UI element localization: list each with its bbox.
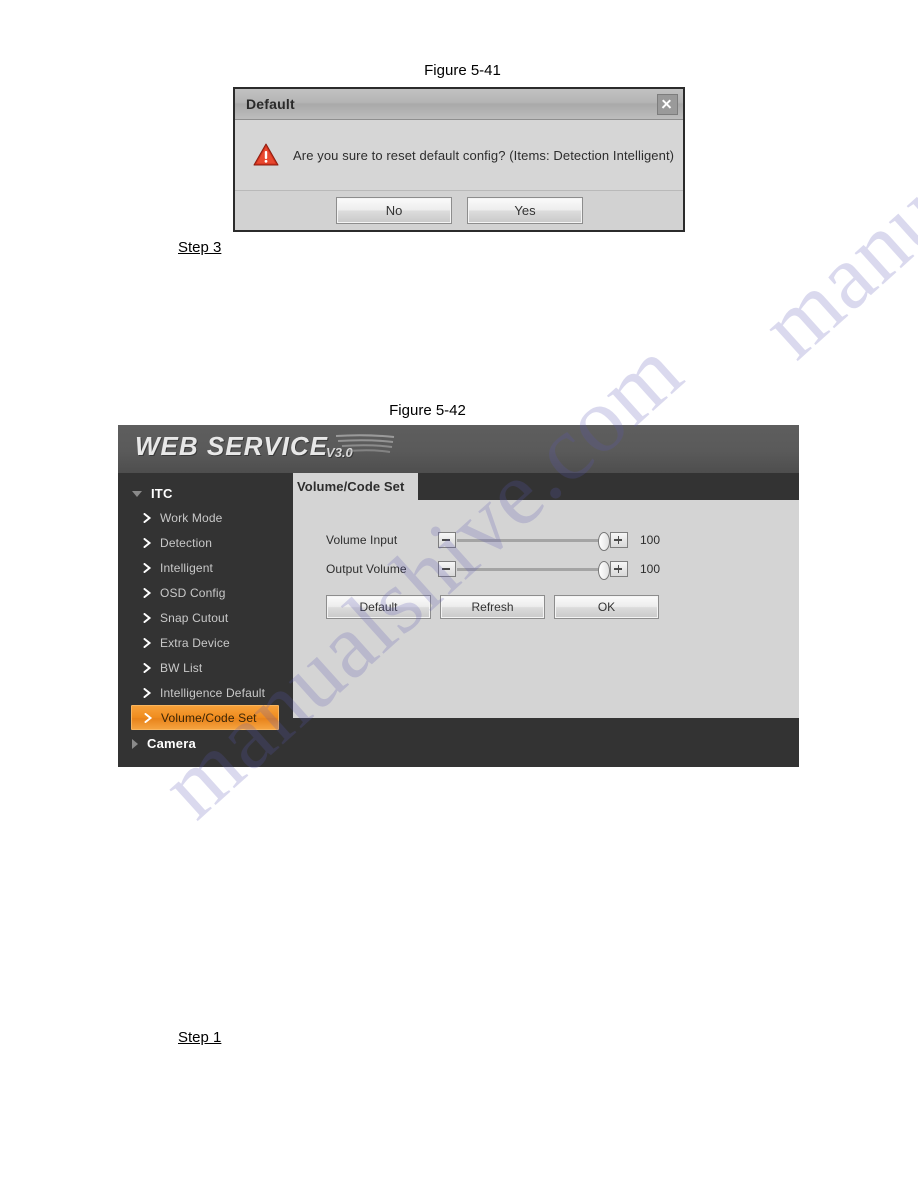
dialog-message: Are you sure to reset default config? (I…: [293, 147, 675, 163]
sidebar-item-label: Snap Cutout: [160, 610, 229, 625]
sidebar-item-label: OSD Config: [160, 585, 226, 600]
plus-icon[interactable]: [610, 532, 628, 548]
sidebar-item-label: Detection: [160, 535, 213, 550]
refresh-button[interactable]: Refresh: [440, 595, 545, 619]
sidebar-group-label: Camera: [147, 736, 196, 751]
row-output-volume: Output Volume 100: [326, 555, 799, 583]
sidebar-item-volume-code-set[interactable]: Volume/Code Set: [131, 705, 279, 730]
close-icon[interactable]: [657, 93, 678, 115]
output-volume-value: 100: [640, 562, 661, 576]
logo-swoosh-icon: [336, 434, 395, 453]
default-confirm-dialog: Default Are you sure to reset default co…: [233, 87, 685, 232]
sidebar-item-label: Extra Device: [160, 635, 230, 650]
sidebar-item-snap-cutout[interactable]: Snap Cutout: [118, 605, 293, 630]
slider-thumb[interactable]: [598, 531, 610, 551]
volume-input-label: Volume Input: [326, 533, 398, 547]
row-volume-input: Volume Input 100: [326, 526, 799, 554]
sidebar-group-label: ITC: [151, 486, 173, 501]
step-label-1: Step 1: [178, 1029, 222, 1046]
figure-caption-5-42: Figure 5-42: [389, 402, 466, 419]
sidebar-nav: ITC Work Mode Detection Intelligent OSD …: [118, 473, 293, 767]
watermark-text-upper: manualshive.com: [741, 0, 918, 378]
ok-button[interactable]: OK: [554, 595, 659, 619]
sidebar-item-bw-list[interactable]: BW List: [118, 655, 293, 680]
sidebar-item-work-mode[interactable]: Work Mode: [118, 505, 293, 530]
chevron-right-icon: [144, 712, 153, 723]
default-button[interactable]: Default: [326, 595, 431, 619]
minus-icon[interactable]: [438, 532, 456, 548]
sidebar-item-intelligence-default[interactable]: Intelligence Default: [118, 680, 293, 705]
step-label-3: Step 3: [178, 239, 222, 256]
sidebar-item-osd-config[interactable]: OSD Config: [118, 580, 293, 605]
logo-main-text: WEB SERVICE: [135, 431, 329, 461]
dialog-footer: No Yes: [235, 190, 683, 230]
action-button-row: Default Refresh OK: [326, 595, 799, 619]
volume-input-slider[interactable]: [457, 531, 610, 551]
chevron-right-icon: [143, 612, 152, 623]
yes-button[interactable]: Yes: [467, 197, 583, 224]
chevron-right-icon: [143, 512, 152, 523]
chevron-right-icon: [143, 687, 152, 698]
volume-input-value: 100: [640, 533, 661, 547]
output-volume-label: Output Volume: [326, 562, 407, 576]
chevron-right-icon: [143, 637, 152, 648]
tab-label: Volume/Code Set: [297, 479, 405, 494]
sidebar-item-label: Work Mode: [160, 510, 223, 525]
chevron-right-icon: [143, 562, 152, 573]
chevron-right-icon: [143, 537, 152, 548]
minus-icon[interactable]: [438, 561, 456, 577]
sidebar-item-label: Volume/Code Set: [161, 710, 257, 725]
web-service-main: ITC Work Mode Detection Intelligent OSD …: [118, 473, 799, 767]
output-volume-slider[interactable]: [457, 560, 610, 580]
slider-thumb[interactable]: [598, 560, 610, 580]
sidebar-item-extra-device[interactable]: Extra Device: [118, 630, 293, 655]
web-service-logo: WEB SERVICE V3.0: [135, 431, 353, 462]
sidebar-group-camera[interactable]: Camera: [118, 732, 293, 755]
web-service-header: WEB SERVICE V3.0: [118, 425, 799, 473]
plus-icon[interactable]: [610, 561, 628, 577]
figure-caption-5-41: Figure 5-41: [424, 62, 501, 79]
sidebar-item-label: Intelligent: [160, 560, 214, 575]
no-button[interactable]: No: [336, 197, 452, 224]
sidebar-item-intelligent[interactable]: Intelligent: [118, 555, 293, 580]
sidebar-item-label: BW List: [160, 660, 203, 675]
chevron-right-icon: [132, 738, 138, 749]
content-area: Volume/Code Set Volume Input 100 Output …: [293, 473, 799, 767]
volume-settings-panel: Volume Input 100 Output Volume 100 Defau…: [293, 500, 799, 718]
warning-triangle-icon: [253, 143, 279, 166]
dialog-body: Are you sure to reset default config? (I…: [235, 120, 683, 190]
tab-bar: Volume/Code Set: [293, 473, 799, 500]
chevron-down-icon: [132, 490, 142, 497]
sidebar-group-itc[interactable]: ITC: [118, 482, 293, 505]
dialog-title: Default: [246, 96, 295, 112]
sidebar-item-label: Intelligence Default: [160, 685, 266, 700]
web-service-window: WEB SERVICE V3.0 ITC Work Mode Detection…: [118, 425, 799, 767]
tab-volume-code-set[interactable]: Volume/Code Set: [293, 473, 419, 500]
chevron-right-icon: [143, 587, 152, 598]
chevron-right-icon: [143, 662, 152, 673]
sidebar-item-detection[interactable]: Detection: [118, 530, 293, 555]
dialog-titlebar: Default: [235, 89, 683, 120]
